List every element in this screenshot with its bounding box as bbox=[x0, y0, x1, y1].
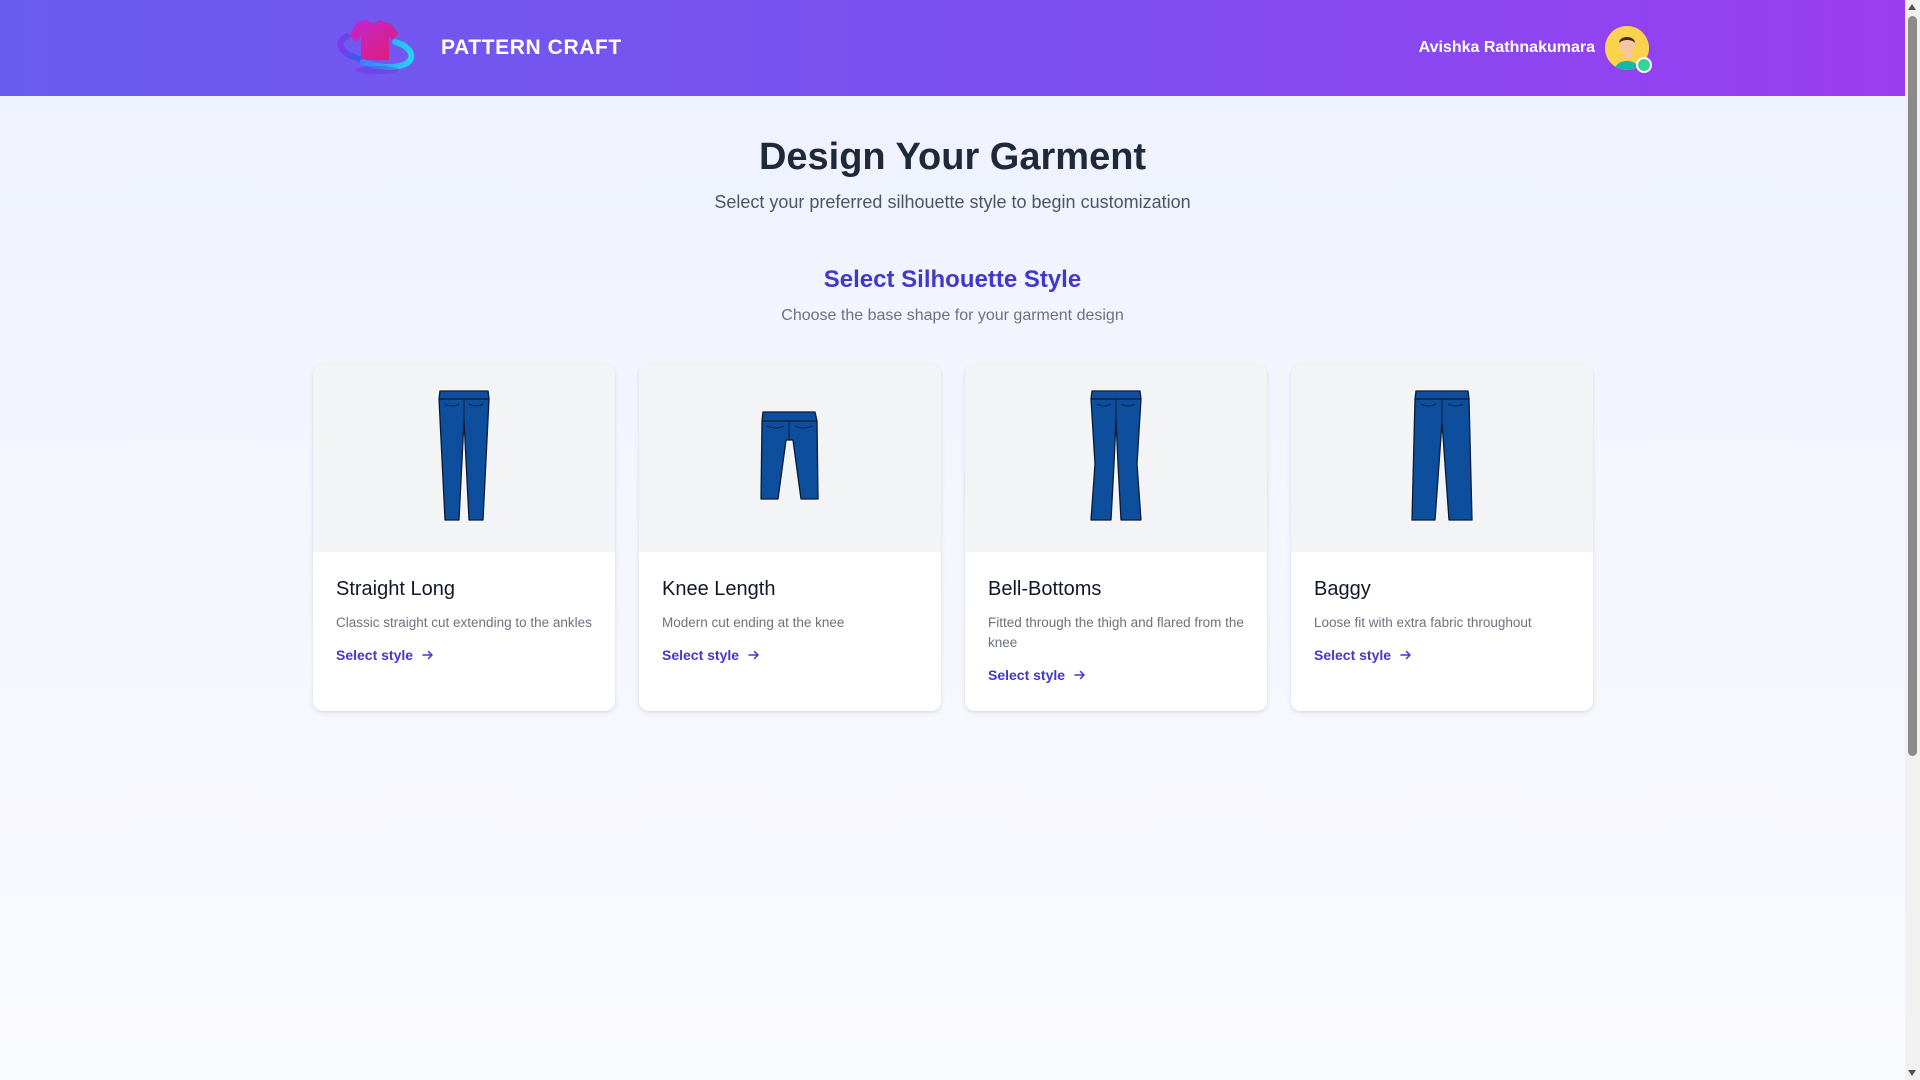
section-subtitle: Choose the base shape for your garment d… bbox=[781, 307, 1124, 324]
brand-name: PATTERN CRAFT bbox=[441, 36, 622, 59]
select-style-label: Select style bbox=[336, 647, 414, 663]
card-image bbox=[313, 364, 615, 552]
page-subtitle: Select your preferred silhouette style t… bbox=[714, 192, 1191, 212]
card-image bbox=[639, 364, 941, 552]
top-navbar: PATTERN CRAFT Avishka Rathnakumara bbox=[0, 0, 1905, 96]
select-style-label: Select style bbox=[662, 647, 740, 663]
avatar-container[interactable] bbox=[1605, 26, 1652, 73]
user-menu[interactable]: Avishka Rathnakumara bbox=[1418, 26, 1652, 73]
card-title: Knee Length bbox=[662, 578, 776, 600]
section-title: Select Silhouette Style bbox=[823, 266, 1082, 293]
online-status-indicator bbox=[1636, 57, 1652, 73]
user-name: Avishka Rathnakumara bbox=[1418, 39, 1595, 56]
card-description: Classic straight cut extending to the an… bbox=[336, 615, 592, 630]
card-description: Fitted through the thigh and flared from… bbox=[988, 615, 1244, 650]
card-image bbox=[1291, 364, 1593, 552]
scrollbar-thumb[interactable] bbox=[1908, 16, 1917, 756]
silhouette-card-baggy[interactable]: Baggy Loose fit with extra fabric throug… bbox=[1291, 364, 1593, 711]
page-title: Design Your Garment bbox=[758, 136, 1147, 178]
select-style-label: Select style bbox=[988, 667, 1066, 683]
card-image bbox=[965, 364, 1267, 552]
arrow-right-icon bbox=[1400, 650, 1411, 660]
select-style-link[interactable]: Select style bbox=[662, 647, 760, 663]
logo-icon bbox=[337, 20, 415, 74]
select-style-link[interactable]: Select style bbox=[1314, 647, 1412, 663]
vertical-scrollbar[interactable] bbox=[1905, 0, 1920, 1080]
baggy-jeans-icon bbox=[1411, 390, 1473, 521]
select-style-link[interactable]: Select style bbox=[988, 667, 1086, 683]
brand[interactable]: PATTERN CRAFT bbox=[333, 16, 622, 80]
card-title: Straight Long bbox=[336, 578, 455, 600]
select-style-link[interactable]: Select style bbox=[336, 647, 434, 663]
card-title: Bell-Bottoms bbox=[988, 578, 1102, 600]
scroll-up-arrow-icon[interactable] bbox=[1908, 4, 1916, 10]
arrow-right-icon bbox=[748, 650, 759, 660]
silhouette-card-bell-bottoms[interactable]: Bell-Bottoms Fitted through the thigh an… bbox=[965, 364, 1267, 711]
arrow-right-icon bbox=[422, 650, 433, 660]
knee-length-jeans-icon bbox=[760, 411, 819, 500]
silhouette-card-straight-long[interactable]: Straight Long Classic straight cut exten… bbox=[313, 364, 615, 711]
select-style-label: Select style bbox=[1314, 647, 1392, 663]
bell-bottom-jeans-icon bbox=[1090, 390, 1142, 521]
card-description: Loose fit with extra fabric throughout bbox=[1314, 615, 1532, 630]
scroll-down-arrow-icon[interactable] bbox=[1908, 1070, 1916, 1076]
silhouette-card-knee-length[interactable]: Knee Length Modern cut ending at the kne… bbox=[639, 364, 941, 711]
card-title: Baggy bbox=[1314, 578, 1371, 600]
card-description: Modern cut ending at the knee bbox=[662, 615, 845, 630]
straight-long-jeans-icon bbox=[438, 390, 490, 521]
arrow-right-icon bbox=[1074, 670, 1085, 680]
